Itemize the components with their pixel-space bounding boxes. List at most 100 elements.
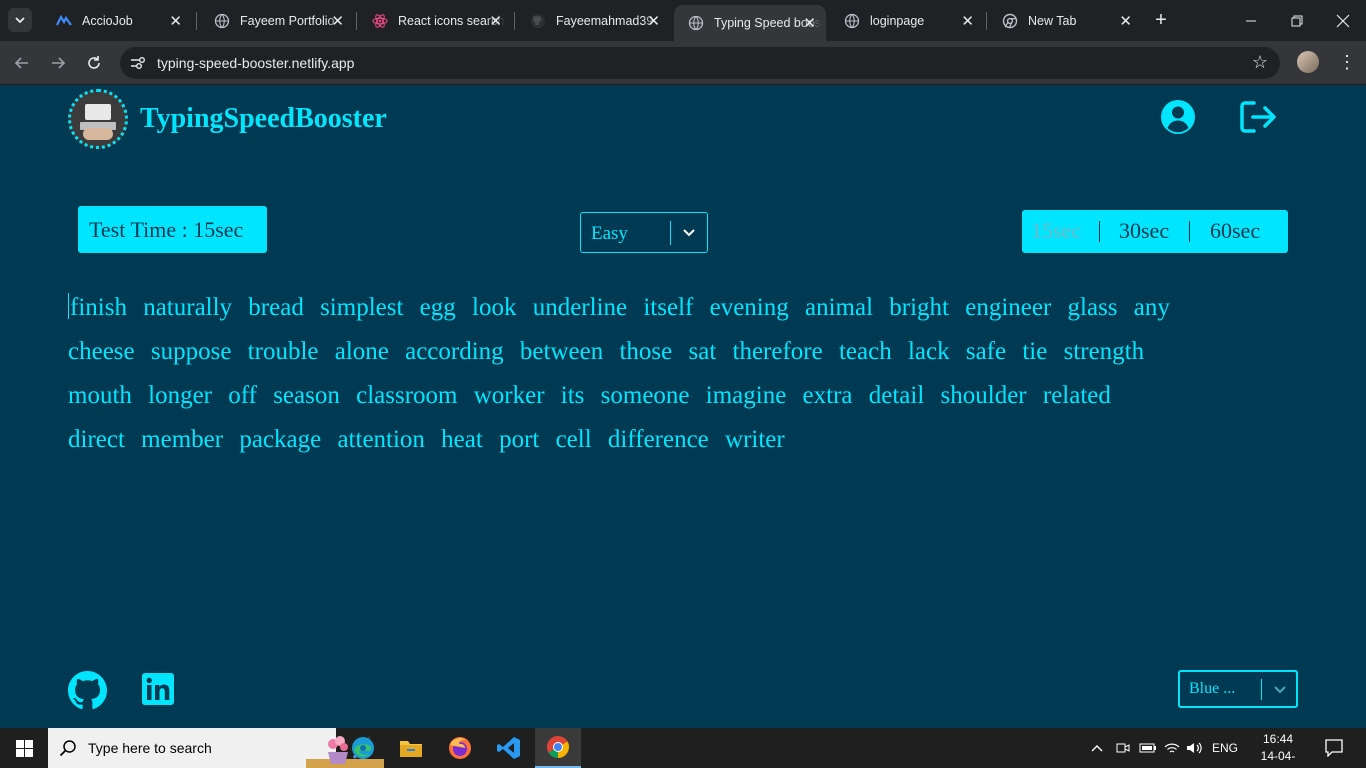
difficulty-select[interactable]: Easy bbox=[580, 212, 708, 253]
browser-menu-icon[interactable]: ⋮ bbox=[1338, 51, 1356, 73]
words-line: finish naturally bread simplest egg look… bbox=[68, 286, 1298, 330]
logout-icon[interactable] bbox=[1239, 99, 1277, 135]
globe-icon bbox=[844, 13, 860, 29]
vscode-icon bbox=[497, 737, 520, 759]
tab-divider bbox=[986, 12, 987, 30]
test-time-label: Test Time : 15sec bbox=[78, 206, 267, 253]
profile-avatar[interactable] bbox=[1297, 51, 1319, 73]
time-option-60[interactable]: 60sec bbox=[1210, 218, 1260, 244]
typing-words-area[interactable]: finish naturally bread simplest egg look… bbox=[68, 286, 1298, 462]
time-mode-selector: 15sec 30sec 60sec bbox=[1022, 210, 1288, 253]
search-placeholder: Type here to search bbox=[88, 740, 212, 756]
words-line: mouth longer off season classroom worker… bbox=[68, 382, 1111, 409]
tab-react-icons[interactable]: React icons search ✕ bbox=[358, 0, 512, 41]
reload-icon bbox=[88, 56, 100, 69]
taskbar-chrome[interactable] bbox=[535, 728, 581, 768]
tab-divider bbox=[514, 12, 515, 30]
clock-date: 14-04-2024 bbox=[1260, 749, 1296, 768]
chrome-icon bbox=[1002, 13, 1018, 29]
minimize-button[interactable] bbox=[1228, 0, 1274, 41]
brand-title: TypingSpeedBooster bbox=[140, 103, 387, 134]
url-text: typing-speed-booster.netlify.app bbox=[157, 55, 355, 71]
words-line: cheese suppose trouble alone according b… bbox=[68, 338, 1145, 365]
time-divider bbox=[1099, 221, 1100, 242]
tab-divider bbox=[356, 12, 357, 30]
new-tab-button[interactable]: + bbox=[1150, 9, 1172, 31]
arrow-right-icon bbox=[52, 57, 66, 69]
taskbar-firefox[interactable] bbox=[437, 728, 483, 768]
chevron-down-icon bbox=[1274, 686, 1286, 694]
arrow-left-icon bbox=[14, 57, 28, 69]
typing-app: TypingSpeedBooster Test Time : 15sec Eas… bbox=[0, 86, 1366, 728]
close-icon[interactable]: ✕ bbox=[331, 12, 344, 30]
close-icon[interactable]: ✕ bbox=[961, 12, 974, 30]
select-divider bbox=[1261, 679, 1262, 700]
browser-toolbar: typing-speed-booster.netlify.app ☆ ⋮ bbox=[0, 41, 1366, 85]
tab-new-tab[interactable]: New Tab ✕ bbox=[988, 0, 1142, 41]
words-line: direct member package attention heat por… bbox=[68, 426, 785, 453]
reload-button[interactable] bbox=[82, 51, 106, 75]
windows-taskbar: Type here to search ENG 16:44 14-04- bbox=[0, 728, 1366, 768]
close-icon bbox=[1336, 14, 1350, 27]
github-icon[interactable] bbox=[68, 671, 107, 710]
taskbar-vscode[interactable] bbox=[486, 728, 532, 768]
github-icon bbox=[530, 13, 546, 29]
acciojob-icon bbox=[56, 13, 72, 29]
clock-time: 16:44 bbox=[1262, 732, 1294, 746]
close-icon[interactable]: ✕ bbox=[1119, 12, 1132, 30]
notification-icon[interactable] bbox=[1325, 739, 1343, 757]
volume-icon[interactable] bbox=[1186, 728, 1204, 768]
tab-github[interactable]: Fayeemahmad39 ✕ bbox=[516, 0, 670, 41]
tab-fayeem-portfolio[interactable]: Fayeem Portfolio ✕ bbox=[200, 0, 354, 41]
taskbar-search-box[interactable]: Type here to search bbox=[48, 728, 384, 768]
address-bar[interactable]: typing-speed-booster.netlify.app ☆ bbox=[120, 47, 1280, 79]
minimize-icon bbox=[1246, 20, 1256, 21]
tab-divider bbox=[196, 12, 197, 30]
back-button[interactable] bbox=[10, 51, 34, 75]
typing-caret bbox=[68, 293, 69, 319]
language-indicator[interactable]: ENG bbox=[1212, 728, 1238, 768]
tab-acciojob[interactable]: AccioJob ✕ bbox=[42, 0, 192, 41]
taskbar-clock[interactable]: 16:44 14-04-2024 bbox=[1252, 731, 1304, 768]
folder-icon bbox=[400, 741, 422, 757]
bookmark-star-icon[interactable]: ☆ bbox=[1252, 52, 1268, 73]
linkedin-icon[interactable] bbox=[142, 673, 174, 705]
theme-select[interactable]: Blue ... bbox=[1178, 670, 1298, 708]
close-window-button[interactable] bbox=[1320, 0, 1366, 41]
time-option-15[interactable]: 15sec bbox=[1031, 218, 1081, 244]
edge-icon bbox=[352, 737, 374, 759]
difficulty-value: Easy bbox=[591, 223, 628, 244]
theme-value: Blue ... bbox=[1189, 680, 1236, 697]
meet-now-icon[interactable] bbox=[1116, 728, 1130, 768]
site-info-icon[interactable] bbox=[128, 53, 148, 73]
close-icon[interactable]: ✕ bbox=[169, 12, 182, 30]
restore-icon bbox=[1291, 15, 1303, 26]
chevron-down-icon bbox=[683, 229, 695, 237]
close-icon[interactable]: ✕ bbox=[489, 12, 502, 30]
windows-start-icon[interactable] bbox=[16, 740, 33, 757]
taskbar-file-explorer[interactable] bbox=[388, 728, 434, 768]
time-divider bbox=[1189, 221, 1190, 242]
tab-typing-speed[interactable]: Typing Speed booster ✕ bbox=[674, 5, 826, 41]
taskbar-edge[interactable] bbox=[340, 728, 386, 768]
app-logo bbox=[68, 89, 128, 149]
browser-tab-strip: AccioJob ✕ Fayeem Portfolio ✕ React icon… bbox=[0, 0, 1366, 41]
chrome-icon bbox=[547, 736, 569, 758]
close-icon[interactable]: ✕ bbox=[647, 12, 660, 30]
battery-icon[interactable] bbox=[1139, 728, 1157, 768]
select-divider bbox=[670, 221, 671, 245]
globe-icon bbox=[214, 13, 230, 29]
forward-button[interactable] bbox=[46, 51, 70, 75]
tab-loginpage[interactable]: loginpage ✕ bbox=[830, 0, 984, 41]
user-circle-icon[interactable] bbox=[1160, 99, 1196, 135]
tab-search-button[interactable] bbox=[8, 8, 32, 32]
wifi-icon[interactable] bbox=[1163, 728, 1181, 768]
show-hidden-icons[interactable] bbox=[1090, 728, 1104, 768]
words-line-text: finish naturally bread simplest egg look… bbox=[70, 294, 1170, 321]
time-option-30[interactable]: 30sec bbox=[1119, 218, 1169, 244]
search-icon bbox=[59, 740, 76, 757]
restore-button[interactable] bbox=[1274, 0, 1320, 41]
close-icon[interactable]: ✕ bbox=[803, 14, 816, 32]
react-icon bbox=[372, 13, 388, 29]
chevron-up-icon bbox=[1091, 745, 1103, 752]
